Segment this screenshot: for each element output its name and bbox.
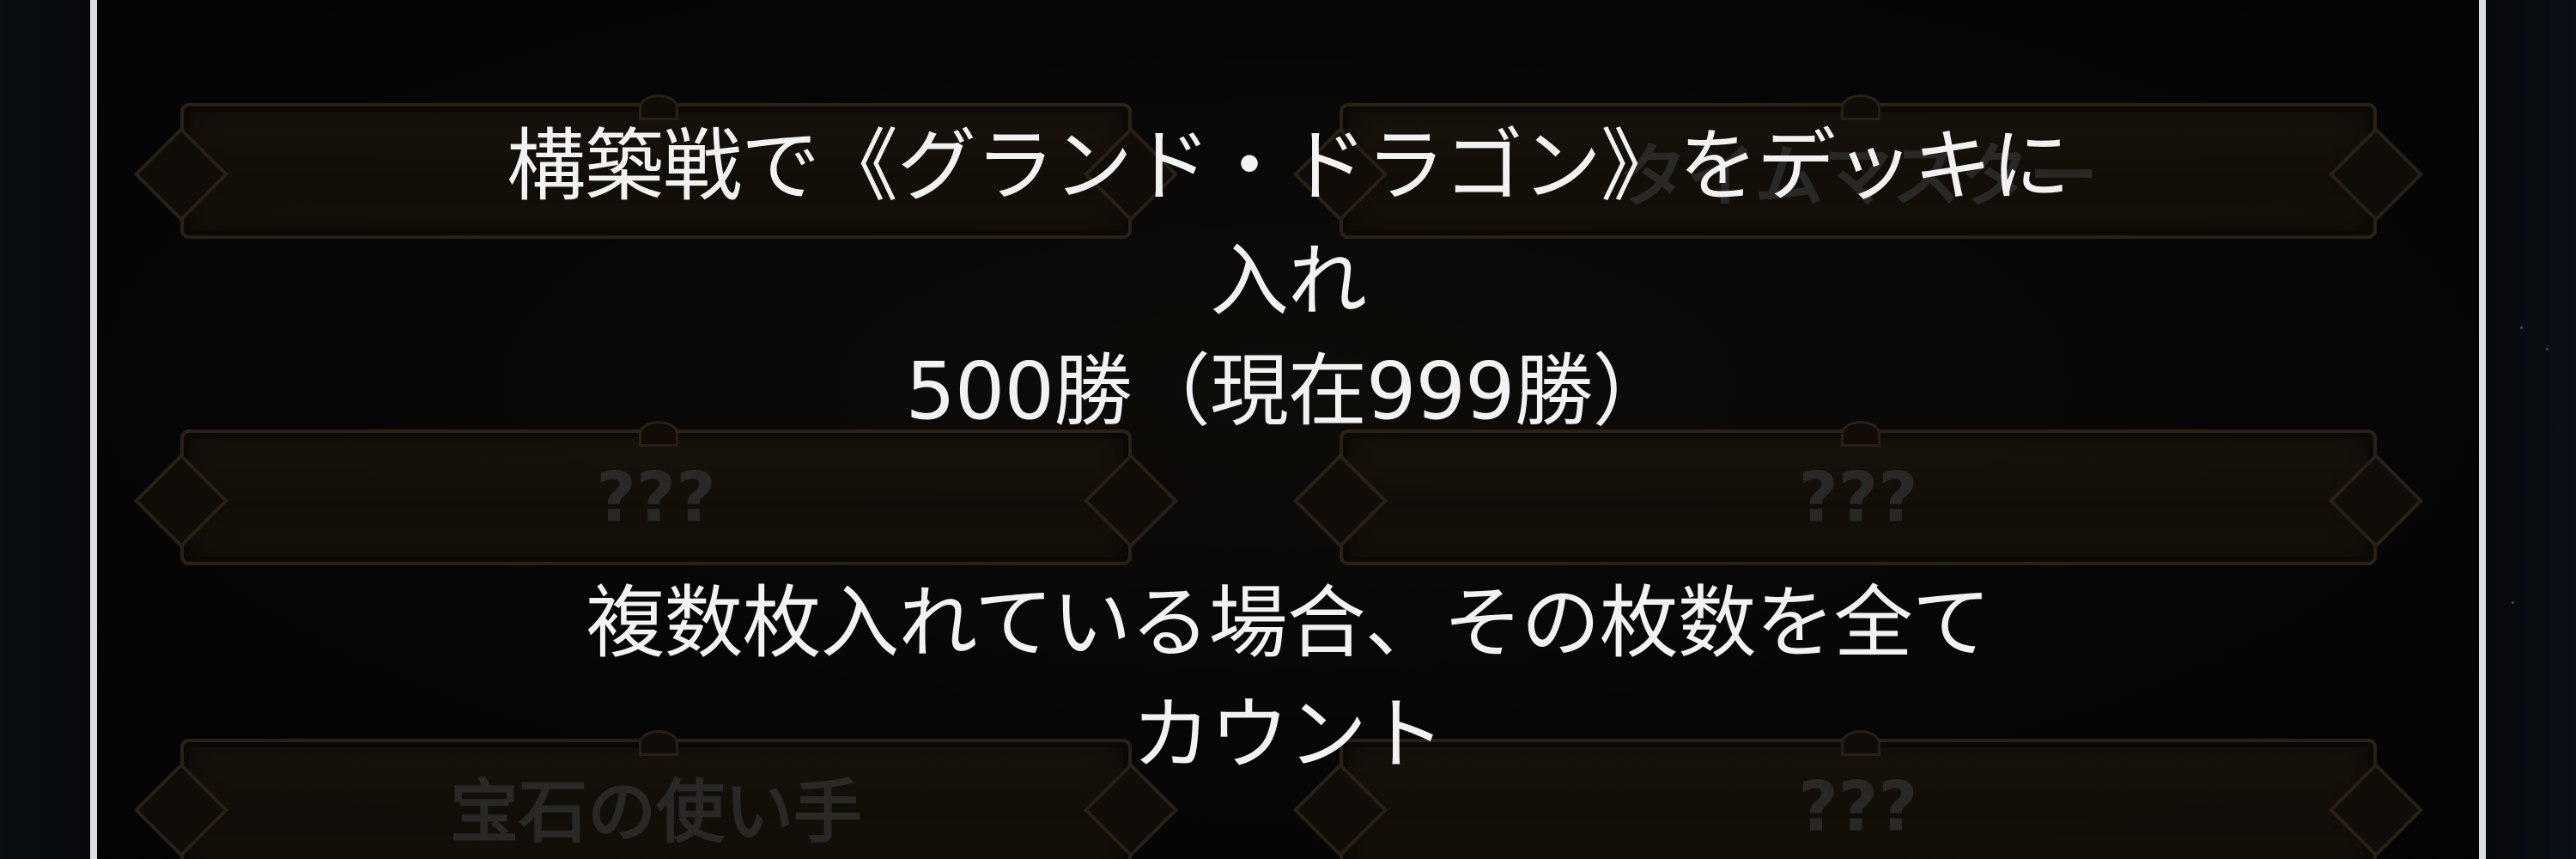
plate-ornament (639, 94, 678, 120)
badge-label: ??? (1798, 457, 1918, 538)
badge-label: ??? (1798, 766, 1918, 847)
badge-plate[interactable]: ??? (1340, 421, 2377, 565)
achievement-screen: タイムマスター ??? ??? 宝石の使い手 ??? 構築戦で《グランド・ドラゴ… (0, 0, 2576, 859)
condition-text-line: 構築戦で《グランド・ドラゴン》をデッキに (506, 120, 2070, 212)
win-count-text: 500勝（現在999勝） (905, 345, 1671, 437)
condition-text-line: 入れ (1209, 235, 1367, 327)
badge-plate[interactable]: ??? (180, 421, 1132, 565)
note-text-line: カウント (1131, 689, 1445, 781)
badge-label: ??? (596, 457, 716, 538)
note-text-line: 複数枚入れている場合、その枚数を全て (586, 577, 1990, 669)
plate-ornament (1841, 94, 1880, 120)
